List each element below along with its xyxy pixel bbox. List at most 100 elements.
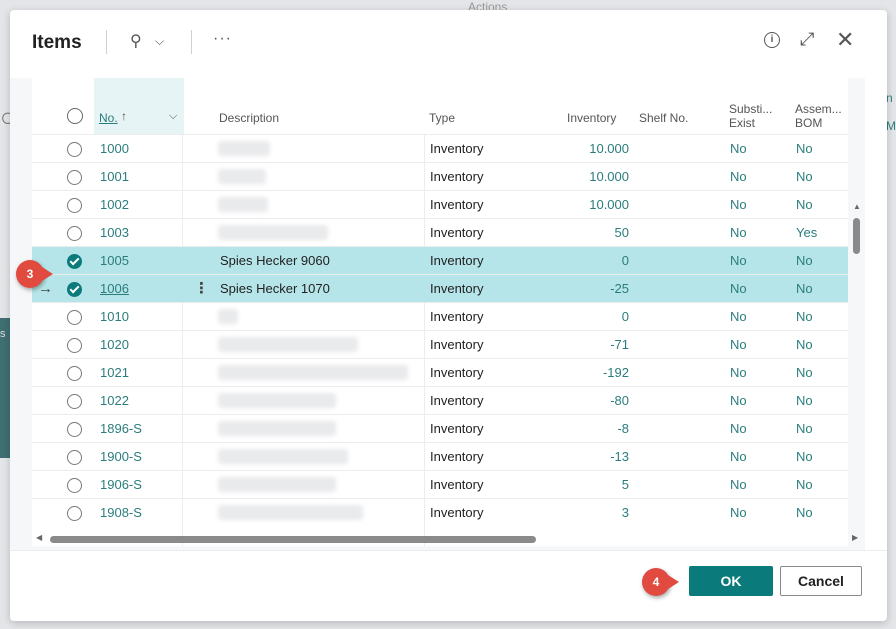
item-inventory-link[interactable]: 50 bbox=[542, 219, 629, 247]
column-header-inventory[interactable]: Inventory bbox=[567, 111, 616, 125]
ok-button[interactable]: OK bbox=[689, 566, 773, 596]
item-inventory-link[interactable]: 3 bbox=[542, 499, 629, 527]
item-inventory-link[interactable]: -13 bbox=[542, 443, 629, 471]
item-assembly-bom[interactable]: No bbox=[796, 331, 813, 359]
expand-icon[interactable]: ⤢ bbox=[800, 29, 814, 50]
item-assembly-bom[interactable]: No bbox=[796, 443, 813, 471]
scroll-left-icon[interactable]: ◀ bbox=[36, 533, 42, 542]
horizontal-scrollbar[interactable]: ◀ ▶ bbox=[32, 532, 862, 546]
row-select-radio[interactable] bbox=[67, 170, 82, 185]
row-select-radio[interactable] bbox=[67, 478, 82, 493]
column-menu-chevron-icon[interactable]: ⌵ bbox=[169, 109, 177, 123]
table-row[interactable]: 1005 Spies Hecker 9060 Inventory 0 No No bbox=[32, 246, 848, 275]
row-select-radio[interactable] bbox=[67, 422, 82, 437]
row-actions-icon[interactable]: ⋮ bbox=[194, 275, 209, 303]
item-number-link[interactable]: 1002 bbox=[100, 191, 129, 219]
row-select-radio[interactable] bbox=[67, 254, 82, 269]
item-inventory-link[interactable]: -25 bbox=[542, 275, 629, 303]
row-select-radio[interactable] bbox=[67, 506, 82, 521]
table-row[interactable]: 1010 Inventory 0 No No bbox=[32, 302, 848, 331]
item-substitutes-exist[interactable]: No bbox=[730, 275, 747, 303]
item-number-link[interactable]: 1006 bbox=[100, 275, 129, 303]
row-select-radio[interactable] bbox=[67, 394, 82, 409]
row-select-radio[interactable] bbox=[67, 226, 82, 241]
table-row[interactable]: 1908-S Inventory 3 No No bbox=[32, 498, 848, 527]
item-assembly-bom[interactable]: No bbox=[796, 387, 813, 415]
table-row[interactable]: → 1006 ⋮ Spies Hecker 1070 Inventory -25 No No bbox=[32, 274, 848, 303]
column-header-assembly-bom[interactable]: Assem... BOM bbox=[795, 102, 842, 130]
item-inventory-link[interactable]: 10.000 bbox=[542, 191, 629, 219]
column-header-type[interactable]: Type bbox=[429, 111, 455, 125]
row-select-radio[interactable] bbox=[67, 338, 82, 353]
item-number-link[interactable]: 1900-S bbox=[100, 443, 142, 471]
close-icon[interactable]: ✕ bbox=[836, 27, 854, 53]
item-assembly-bom[interactable]: No bbox=[796, 247, 813, 275]
item-substitutes-exist[interactable]: No bbox=[730, 443, 747, 471]
item-assembly-bom[interactable]: No bbox=[796, 303, 813, 331]
row-select-radio[interactable] bbox=[67, 450, 82, 465]
item-inventory-link[interactable]: 0 bbox=[542, 247, 629, 275]
item-number-link[interactable]: 1003 bbox=[100, 219, 129, 247]
table-row[interactable]: 1021 Inventory -192 No No bbox=[32, 358, 848, 387]
cancel-button[interactable]: Cancel bbox=[780, 566, 862, 596]
horizontal-scroll-thumb[interactable] bbox=[50, 536, 536, 543]
item-substitutes-exist[interactable]: No bbox=[730, 135, 747, 163]
item-number-link[interactable]: 1020 bbox=[100, 331, 129, 359]
item-assembly-bom[interactable]: No bbox=[796, 163, 813, 191]
table-row[interactable]: 1002 Inventory 10.000 No No bbox=[32, 190, 848, 219]
item-inventory-link[interactable]: 0 bbox=[542, 303, 629, 331]
table-row[interactable]: 1022 Inventory -80 No No bbox=[32, 386, 848, 415]
row-select-radio[interactable] bbox=[67, 198, 82, 213]
info-icon[interactable]: i bbox=[764, 32, 780, 48]
item-number-link[interactable]: 1010 bbox=[100, 303, 129, 331]
row-select-radio[interactable] bbox=[67, 366, 82, 381]
item-substitutes-exist[interactable]: No bbox=[730, 303, 747, 331]
select-all-radio[interactable] bbox=[67, 108, 83, 124]
item-inventory-link[interactable]: -80 bbox=[542, 387, 629, 415]
item-substitutes-exist[interactable]: No bbox=[730, 359, 747, 387]
item-inventory-link[interactable]: 10.000 bbox=[542, 135, 629, 163]
table-row[interactable]: 1001 Inventory 10.000 No No bbox=[32, 162, 848, 191]
table-row[interactable]: 1000 Inventory 10.000 No No bbox=[32, 134, 848, 163]
item-assembly-bom[interactable]: No bbox=[796, 135, 813, 163]
item-number-link[interactable]: 1896-S bbox=[100, 415, 142, 443]
item-substitutes-exist[interactable]: No bbox=[730, 163, 747, 191]
vertical-scroll-thumb[interactable] bbox=[853, 218, 860, 254]
table-row[interactable]: 1900-S Inventory -13 No No bbox=[32, 442, 848, 471]
column-header-description[interactable]: Description bbox=[219, 111, 279, 125]
table-row[interactable]: 1906-S Inventory 5 No No bbox=[32, 470, 848, 499]
search-icon[interactable]: ⚲ bbox=[130, 31, 142, 51]
row-select-radio[interactable] bbox=[67, 310, 82, 325]
item-substitutes-exist[interactable]: No bbox=[730, 499, 747, 527]
table-row[interactable]: 1020 Inventory -71 No No bbox=[32, 330, 848, 359]
item-substitutes-exist[interactable]: No bbox=[730, 471, 747, 499]
row-select-radio[interactable] bbox=[67, 282, 82, 297]
item-assembly-bom[interactable]: No bbox=[796, 415, 813, 443]
column-header-no[interactable]: No. bbox=[99, 111, 118, 125]
item-substitutes-exist[interactable]: No bbox=[730, 331, 747, 359]
item-inventory-link[interactable]: 5 bbox=[542, 471, 629, 499]
item-number-link[interactable]: 1906-S bbox=[100, 471, 142, 499]
column-header-substitutes-exist[interactable]: Substi... Exist bbox=[729, 102, 772, 130]
item-assembly-bom[interactable]: No bbox=[796, 471, 813, 499]
item-substitutes-exist[interactable]: No bbox=[730, 219, 747, 247]
chevron-down-icon[interactable]: ⌵ bbox=[155, 34, 164, 49]
item-inventory-link[interactable]: -8 bbox=[542, 415, 629, 443]
item-assembly-bom[interactable]: No bbox=[796, 359, 813, 387]
item-inventory-link[interactable]: 10.000 bbox=[542, 163, 629, 191]
item-number-link[interactable]: 1908-S bbox=[100, 499, 142, 527]
item-assembly-bom[interactable]: No bbox=[796, 191, 813, 219]
item-substitutes-exist[interactable]: No bbox=[730, 415, 747, 443]
item-number-link[interactable]: 1021 bbox=[100, 359, 129, 387]
item-number-link[interactable]: 1022 bbox=[100, 387, 129, 415]
more-options-icon[interactable]: ··· bbox=[213, 30, 232, 48]
item-inventory-link[interactable]: -71 bbox=[542, 331, 629, 359]
item-substitutes-exist[interactable]: No bbox=[730, 247, 747, 275]
scroll-up-icon[interactable]: ▲ bbox=[853, 202, 861, 211]
item-number-link[interactable]: 1000 bbox=[100, 135, 129, 163]
item-inventory-link[interactable]: -192 bbox=[542, 359, 629, 387]
column-header-shelf-no[interactable]: Shelf No. bbox=[639, 111, 688, 125]
item-number-link[interactable]: 1001 bbox=[100, 163, 129, 191]
table-row[interactable]: 1003 Inventory 50 No Yes bbox=[32, 218, 848, 247]
item-substitutes-exist[interactable]: No bbox=[730, 191, 747, 219]
